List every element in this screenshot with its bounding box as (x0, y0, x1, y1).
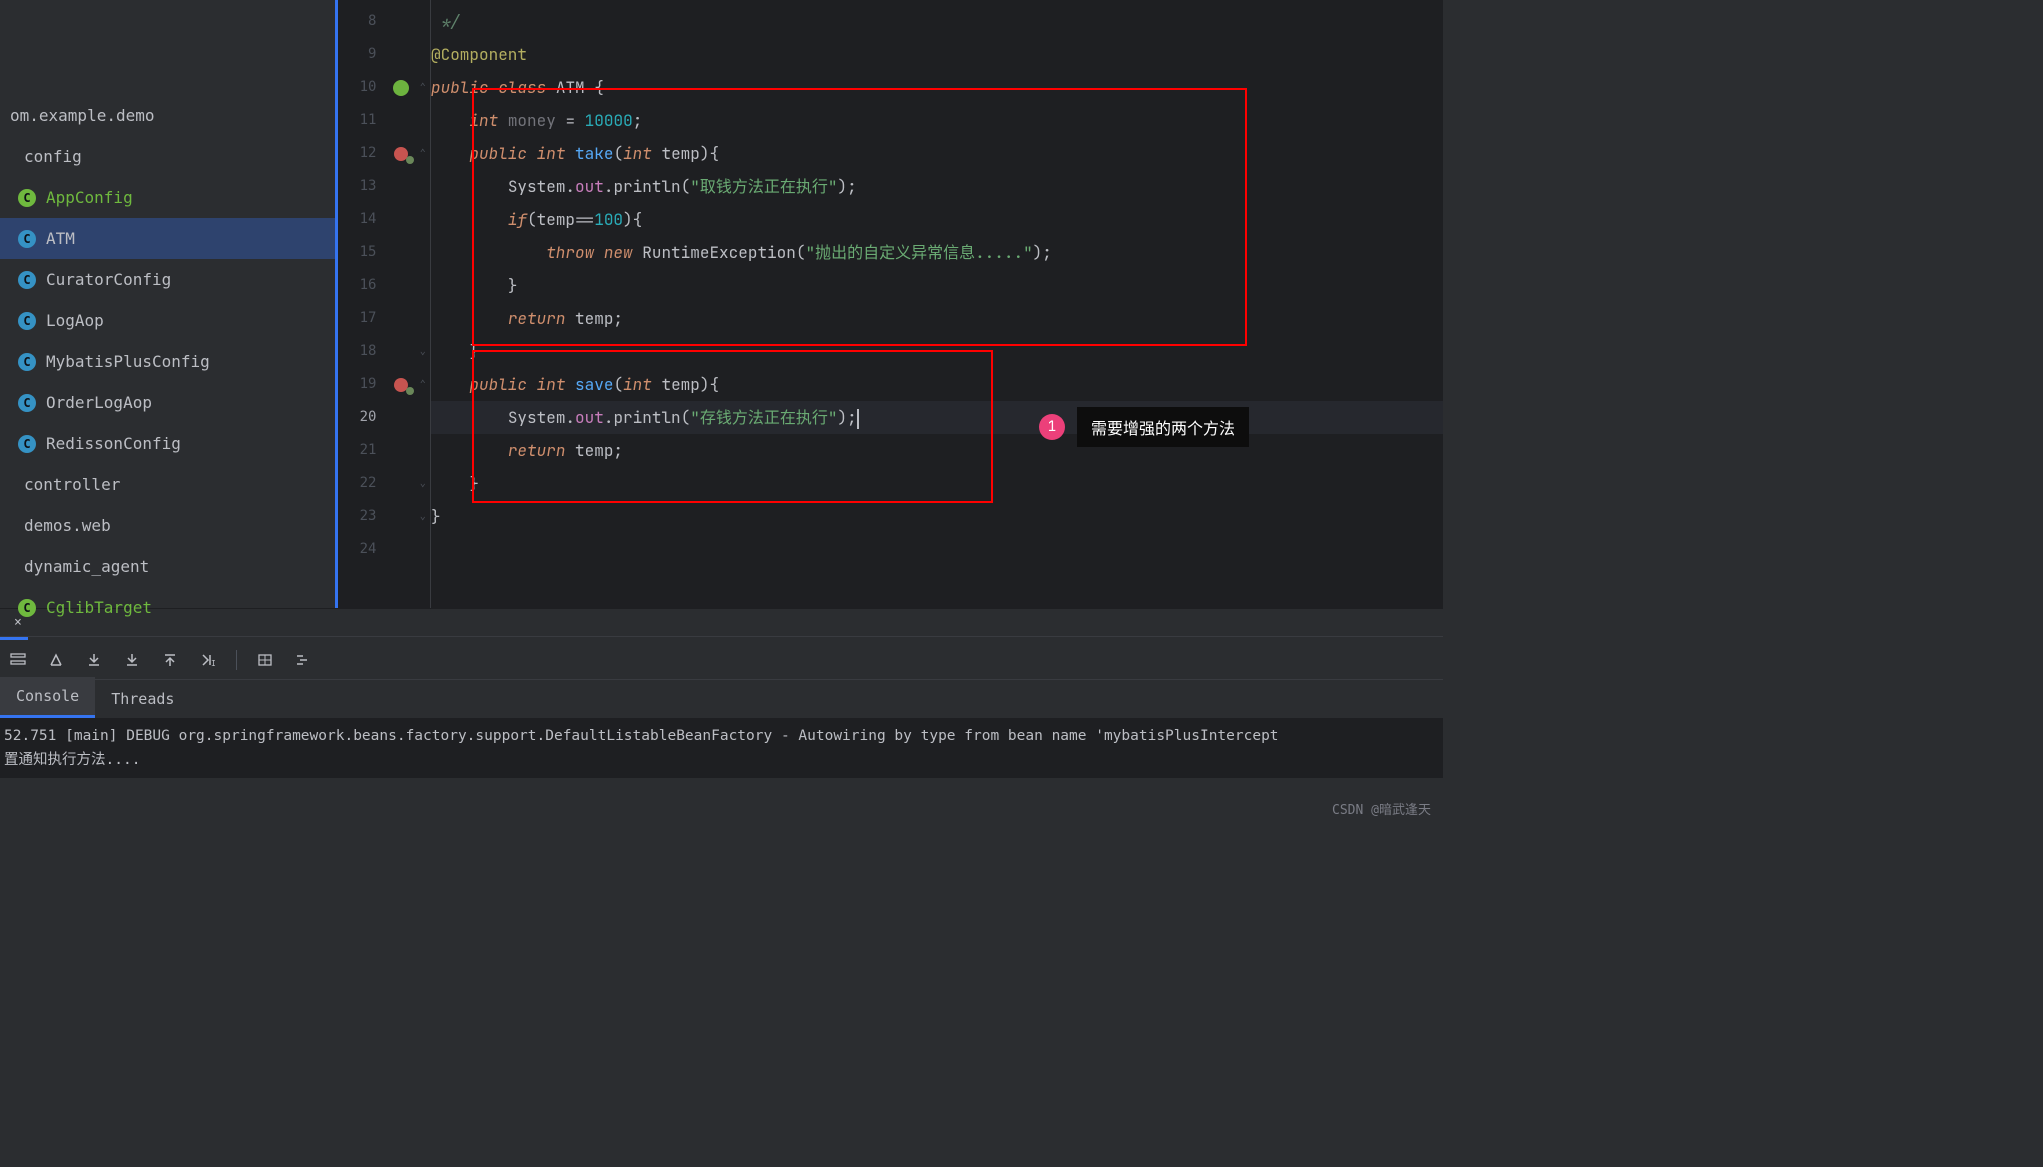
folder-dynamic-agent[interactable]: dynamic_agent (0, 546, 335, 587)
file-mybatisplusconfig[interactable]: CMybatisPlusConfig (0, 341, 335, 382)
annotation-text: 需要增强的两个方法 (1077, 407, 1249, 447)
watermark: CSDN @暗武逢天 (1332, 799, 1431, 818)
class-icon: C (18, 189, 36, 207)
file-curatorconfig[interactable]: CCuratorConfig (0, 259, 335, 300)
package-root[interactable]: om.example.demo (0, 95, 335, 136)
file-orderlogaop[interactable]: COrderLogAop (0, 382, 335, 423)
file-atm[interactable]: CATM (0, 218, 335, 259)
class-icon: C (18, 271, 36, 289)
related-marker-icon[interactable] (394, 147, 408, 161)
file-appconfig[interactable]: CAppConfig (0, 177, 335, 218)
class-icon: C (18, 353, 36, 371)
file-cglibtarget[interactable]: CCglibTarget (0, 587, 335, 628)
svg-text:I: I (211, 659, 216, 668)
gutter-icons (386, 0, 415, 608)
annotation-number: 1 (1039, 414, 1065, 440)
evaluate-icon[interactable] (255, 650, 275, 670)
close-icon[interactable]: × (14, 615, 22, 630)
class-icon: C (18, 312, 36, 330)
run-to-cursor-icon[interactable]: I (198, 650, 218, 670)
tab-threads[interactable]: Threads (95, 680, 190, 718)
class-icon: C (18, 230, 36, 248)
spring-bean-icon[interactable] (393, 80, 409, 96)
editor-gutter: 89101112131415161718192021222324 ⌃⌃⌄⌃⌄⌄ (335, 0, 431, 608)
line-numbers: 89101112131415161718192021222324 (338, 0, 386, 608)
editor-tab[interactable]: × (0, 611, 30, 634)
layout-icon[interactable] (8, 650, 28, 670)
file-logaop[interactable]: CLogAop (0, 300, 335, 341)
folder-controller[interactable]: controller (0, 464, 335, 505)
trace-icon[interactable] (293, 650, 313, 670)
console-tabs: Console Threads (0, 680, 1443, 718)
folder-demos-web[interactable]: demos.web (0, 505, 335, 546)
debug-toolbar: I (0, 640, 1443, 680)
class-icon: C (18, 394, 36, 412)
tab-console[interactable]: Console (0, 677, 95, 718)
annotation-callout: 1 需要增强的两个方法 (1039, 407, 1249, 447)
code-area[interactable]: */ @Component public class ATM { int mon… (431, 0, 1443, 608)
console-output[interactable]: 52.751 [main] DEBUG org.springframework.… (0, 718, 1443, 778)
code-editor[interactable]: 89101112131415161718192021222324 ⌃⌃⌄⌃⌄⌄ … (335, 0, 1443, 608)
step-out-icon[interactable] (160, 650, 180, 670)
class-icon: C (18, 435, 36, 453)
folder-config[interactable]: config (0, 136, 335, 177)
step-over-icon[interactable] (84, 650, 104, 670)
rerun-icon[interactable] (46, 650, 66, 670)
step-into-icon[interactable] (122, 650, 142, 670)
bottom-panel: × I Console Threads 52.751 [main] DEBUG … (0, 608, 1443, 778)
fold-column: ⌃⌃⌄⌃⌄⌄ (415, 0, 431, 608)
project-sidebar: om.example.demo config CAppConfig CATM C… (0, 0, 335, 608)
related-marker-icon[interactable] (394, 378, 408, 392)
text-cursor (857, 409, 859, 429)
file-redissonconfig[interactable]: CRedissonConfig (0, 423, 335, 464)
